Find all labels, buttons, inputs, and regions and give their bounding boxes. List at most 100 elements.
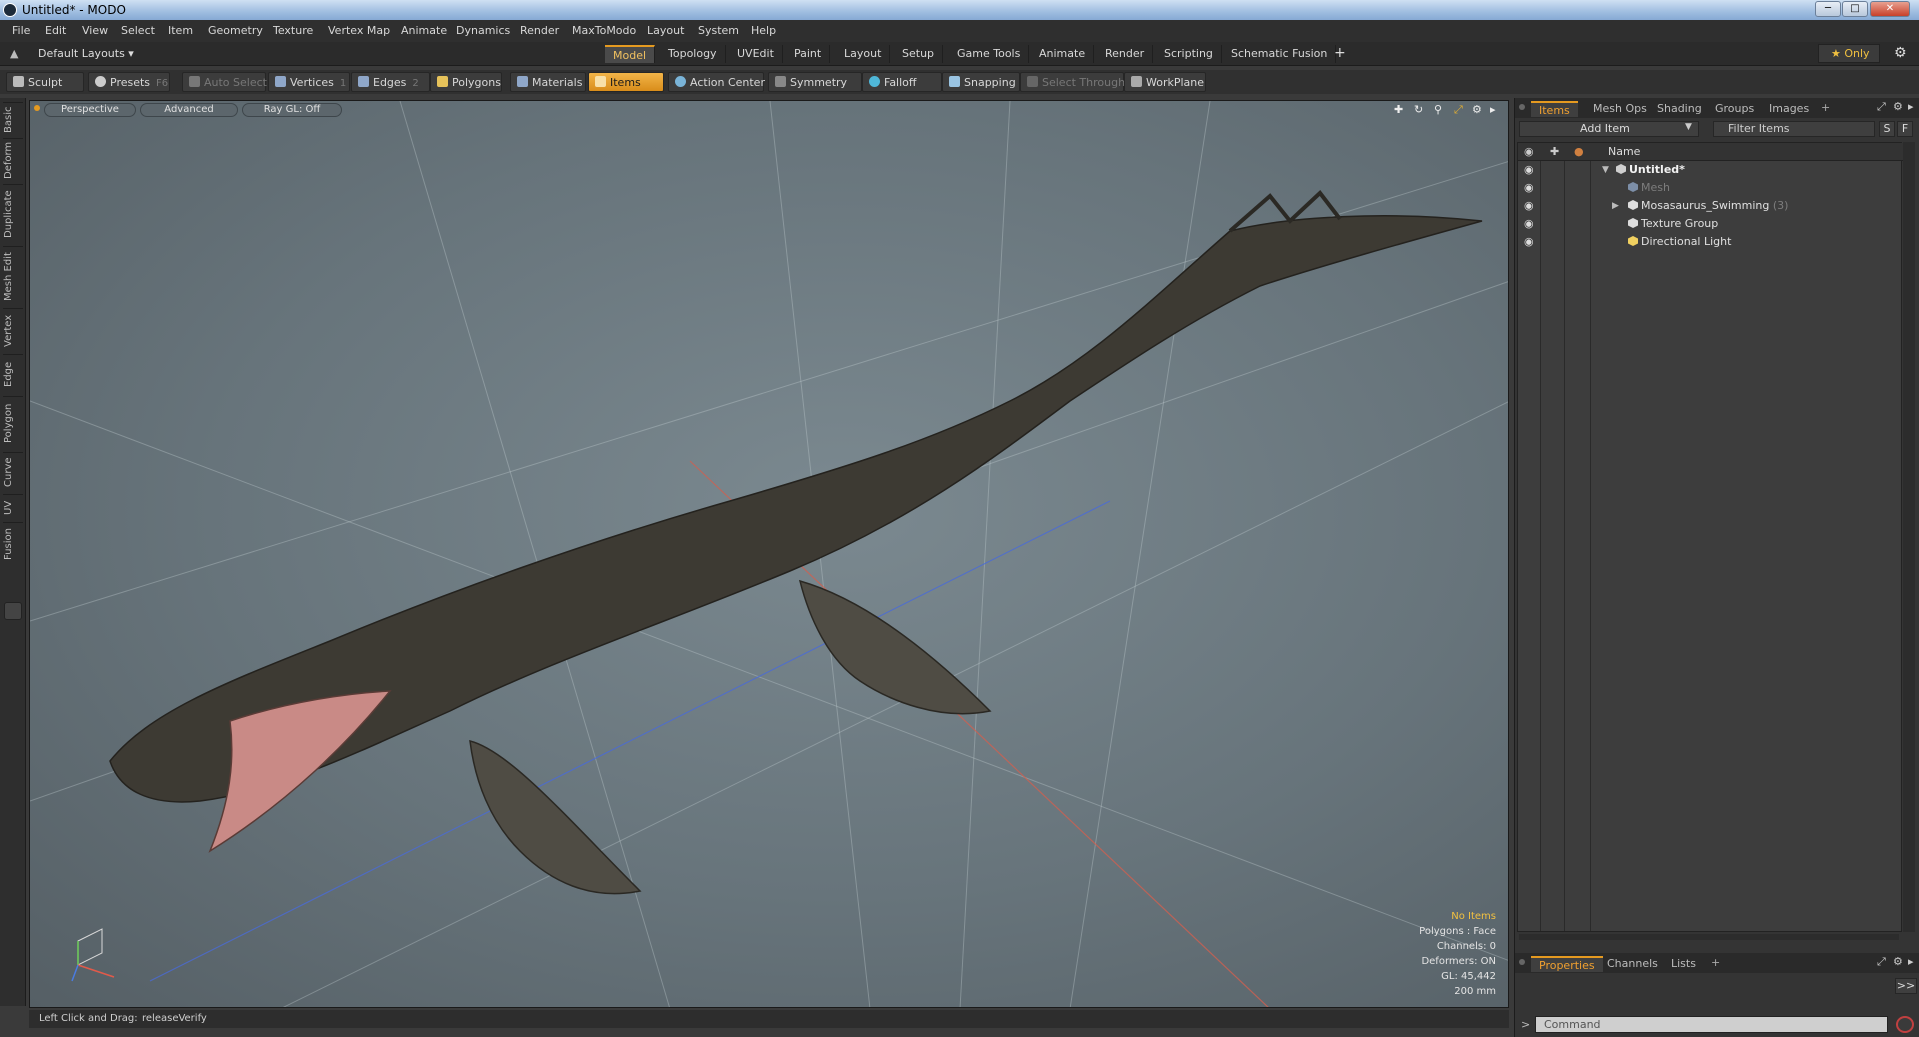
add-item-dropdown-icon[interactable]: ▼ (1685, 122, 1692, 132)
eye-icon[interactable]: ◉ (1524, 197, 1534, 215)
workplane-button[interactable]: WorkPlane (1124, 72, 1206, 92)
tab-paint[interactable]: Paint (786, 45, 831, 63)
menu-vertex-map[interactable]: Vertex Map (328, 24, 390, 37)
vtab-duplicate[interactable]: Duplicate (3, 184, 23, 244)
tab-images[interactable]: Images (1761, 101, 1817, 117)
menu-maxtomodo[interactable]: MaxToModo (572, 24, 636, 37)
menu-geometry[interactable]: Geometry (208, 24, 263, 37)
vertices-button[interactable]: Vertices 1 (268, 72, 350, 92)
mosasaurus-model[interactable] (109, 190, 1483, 895)
tab-channels[interactable]: Channels (1599, 956, 1666, 972)
auto-select-button[interactable]: Auto Select (182, 72, 267, 92)
props-expand-button[interactable]: >> (1895, 978, 1917, 994)
only-toggle[interactable]: ★ Only (1818, 44, 1880, 63)
viewport-menu-arrow-icon[interactable]: ▸ (1490, 103, 1496, 116)
tab-render[interactable]: Render (1097, 45, 1154, 63)
fit-icon[interactable]: ⤢ (1454, 103, 1463, 117)
tree-row-texture-group[interactable]: ◉ Texture Group (1518, 215, 1903, 233)
add-panel-tab-icon[interactable]: + (1821, 101, 1830, 114)
item-list-scrollbar[interactable] (1903, 142, 1915, 932)
tool-pin-button[interactable] (4, 602, 22, 620)
menu-layout[interactable]: Layout (647, 24, 684, 37)
filter-items-input[interactable]: Filter Items (1713, 121, 1875, 137)
tab-shading[interactable]: Shading (1649, 101, 1710, 117)
tab-mesh-ops[interactable]: Mesh Ops (1585, 101, 1655, 117)
item-list-hscrollbar[interactable] (1519, 934, 1899, 940)
action-center-button[interactable]: Action Center (668, 72, 765, 92)
eye-icon[interactable]: ◉ (1524, 179, 1534, 197)
expand-arrow-icon[interactable]: ▼ (1602, 161, 1609, 179)
vtab-fusion[interactable]: Fusion (3, 522, 23, 566)
vtab-curve[interactable]: Curve (3, 452, 23, 492)
eye-icon[interactable]: ◉ (1524, 215, 1534, 233)
zoom-icon[interactable]: ⚲ (1434, 103, 1442, 116)
tab-items[interactable]: Items (1531, 101, 1578, 117)
filter-f-button[interactable]: F (1897, 121, 1913, 137)
items-panel-arrow-icon[interactable]: ▸ (1908, 100, 1914, 113)
tree-row-mesh[interactable]: ◉ Mesh (1518, 179, 1903, 197)
menu-dynamics[interactable]: Dynamics (456, 24, 510, 37)
layout-select[interactable]: Default Layouts ▾ (38, 47, 134, 60)
command-input[interactable]: Command (1535, 1016, 1888, 1033)
snapping-button[interactable]: Snapping (942, 72, 1020, 92)
menu-system[interactable]: System (698, 24, 739, 37)
tab-animate[interactable]: Animate (1031, 45, 1095, 63)
materials-button[interactable]: Materials (510, 72, 586, 92)
tab-schematic-fusion[interactable]: Schematic Fusion (1223, 45, 1337, 63)
tab-lists[interactable]: Lists (1663, 956, 1704, 972)
perspective-button[interactable]: Perspective (44, 103, 136, 117)
tab-game-tools[interactable]: Game Tools (949, 45, 1030, 63)
vtab-polygon[interactable]: Polygon (3, 396, 23, 450)
symmetry-button[interactable]: Symmetry (768, 72, 862, 92)
vtab-mesh-edit[interactable]: Mesh Edit (3, 246, 23, 306)
stop-record-icon[interactable] (1896, 1016, 1914, 1033)
collapse-arrow-icon[interactable]: ▶ (1612, 197, 1619, 215)
maximize-button[interactable]: □ (1842, 1, 1868, 17)
menu-select[interactable]: Select (121, 24, 155, 37)
menu-view[interactable]: View (82, 24, 108, 37)
rotate-icon[interactable]: ↻ (1414, 103, 1423, 116)
vtab-deform[interactable]: Deform (3, 138, 23, 182)
eye-icon[interactable]: ◉ (1524, 161, 1534, 179)
menu-animate[interactable]: Animate (401, 24, 447, 37)
tree-row-directional-light[interactable]: ◉ Directional Light (1518, 233, 1903, 251)
tree-row-untitled[interactable]: ◉ ▼ Untitled* (1518, 161, 1903, 179)
props-gear-icon[interactable]: ⚙ (1893, 955, 1903, 968)
pan-icon[interactable]: ✚ (1394, 103, 1403, 116)
expand-props-icon[interactable]: ⤢ (1877, 955, 1886, 969)
layout-up-icon[interactable]: ▲ (10, 47, 18, 60)
menu-render[interactable]: Render (520, 24, 559, 37)
menu-item[interactable]: Item (168, 24, 193, 37)
items-panel-gear-icon[interactable]: ⚙ (1893, 100, 1903, 113)
tab-groups[interactable]: Groups (1707, 101, 1762, 117)
filter-s-button[interactable]: S (1879, 121, 1895, 137)
edges-button[interactable]: Edges 2 (351, 72, 430, 92)
tree-row-mosasaurus[interactable]: ◉ ▶ Mosasaurus_Swimming (3) (1518, 197, 1903, 215)
menu-file[interactable]: File (12, 24, 30, 37)
add-item-button[interactable]: Add Item (1519, 121, 1699, 137)
items-button[interactable]: Items (588, 72, 664, 92)
vtab-uv[interactable]: UV (3, 494, 23, 520)
menu-help[interactable]: Help (751, 24, 776, 37)
menu-edit[interactable]: Edit (45, 24, 66, 37)
tab-layout[interactable]: Layout (836, 45, 891, 63)
tab-topology[interactable]: Topology (660, 45, 726, 63)
falloff-button[interactable]: Falloff (862, 72, 942, 92)
sculpt-button[interactable]: Sculpt (6, 72, 84, 92)
tab-setup[interactable]: Setup (894, 45, 944, 63)
add-tab-icon[interactable]: + (1334, 45, 1346, 61)
polygons-button[interactable]: Polygons (430, 72, 502, 92)
raygl-button[interactable]: Ray GL: Off (242, 103, 342, 117)
vtab-basic[interactable]: Basic (3, 102, 23, 136)
tab-scripting[interactable]: Scripting (1156, 45, 1222, 63)
tab-model[interactable]: Model (605, 45, 656, 63)
tab-properties[interactable]: Properties (1531, 956, 1603, 972)
presets-button[interactable]: Presets F6 (88, 72, 170, 92)
minimize-button[interactable]: ─ (1815, 1, 1841, 17)
close-button[interactable]: ✕ (1870, 1, 1910, 17)
vtab-vertex[interactable]: Vertex (3, 308, 23, 352)
menu-texture[interactable]: Texture (273, 24, 313, 37)
add-props-tab-icon[interactable]: + (1711, 956, 1720, 969)
viewport-gear-icon[interactable]: ⚙ (1472, 103, 1482, 116)
select-through-button[interactable]: Select Through (1020, 72, 1125, 92)
